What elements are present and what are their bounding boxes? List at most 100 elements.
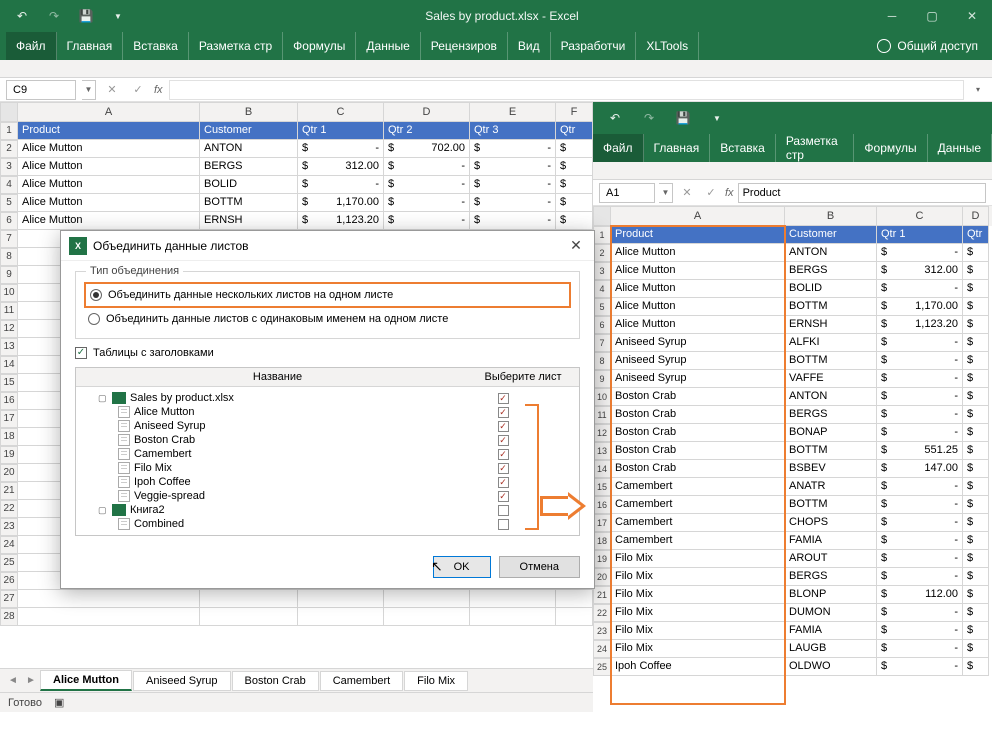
cell[interactable]: $- bbox=[384, 212, 470, 230]
cell[interactable]: $- bbox=[877, 550, 963, 568]
row-header[interactable]: 18 bbox=[593, 532, 611, 550]
cell[interactable]: BOLID bbox=[785, 280, 877, 298]
cell[interactable]: BLONP bbox=[785, 586, 877, 604]
cell[interactable]: $- bbox=[384, 194, 470, 212]
row-header[interactable]: 9 bbox=[593, 370, 611, 388]
cell[interactable]: BERGS bbox=[785, 568, 877, 586]
cell[interactable]: $- bbox=[298, 176, 384, 194]
cell[interactable]: $312.00 bbox=[877, 262, 963, 280]
cell[interactable]: ERNSH bbox=[200, 212, 298, 230]
cell[interactable]: FAMIA bbox=[785, 532, 877, 550]
cell[interactable]: Customer bbox=[785, 226, 877, 244]
tree-checkbox[interactable] bbox=[498, 449, 509, 460]
ribbon-tab-file[interactable]: Файл bbox=[6, 32, 57, 60]
cell[interactable] bbox=[18, 608, 200, 626]
ribbon-tab-formulas[interactable]: Формулы bbox=[283, 32, 356, 60]
workbook-name[interactable]: Sales by product.xlsx bbox=[130, 392, 234, 404]
cell[interactable]: Filo Mix bbox=[611, 568, 785, 586]
row-header[interactable]: 11 bbox=[593, 406, 611, 424]
col-header[interactable]: D bbox=[384, 102, 470, 122]
cell[interactable]: Aniseed Syrup bbox=[611, 370, 785, 388]
row-header[interactable]: 3 bbox=[593, 262, 611, 280]
cell[interactable]: BERGS bbox=[200, 158, 298, 176]
cell[interactable]: $ bbox=[963, 658, 989, 676]
row-header[interactable]: 1 bbox=[0, 122, 18, 140]
cell[interactable]: $ bbox=[963, 622, 989, 640]
sheet-tab[interactable]: Aniseed Syrup bbox=[133, 671, 231, 691]
cell[interactable]: $- bbox=[470, 212, 556, 230]
tree-sheet-item[interactable]: Alice Mutton bbox=[82, 405, 573, 419]
row-header[interactable]: 14 bbox=[0, 356, 18, 374]
cell[interactable]: $ bbox=[963, 352, 989, 370]
ribbon-tab-home[interactable]: Главная bbox=[644, 134, 711, 162]
row-header[interactable]: 10 bbox=[593, 388, 611, 406]
row-header[interactable]: 10 bbox=[0, 284, 18, 302]
cell[interactable]: BOTTM bbox=[785, 442, 877, 460]
ribbon-tab-layout[interactable]: Разметка стр bbox=[189, 32, 283, 60]
cell[interactable]: FAMIA bbox=[785, 622, 877, 640]
cell[interactable]: Filo Mix bbox=[611, 550, 785, 568]
cell[interactable]: Alice Mutton bbox=[611, 316, 785, 334]
cell[interactable]: ERNSH bbox=[785, 316, 877, 334]
cell[interactable]: Alice Mutton bbox=[18, 194, 200, 212]
cell[interactable]: ANTON bbox=[785, 388, 877, 406]
row-header[interactable]: 21 bbox=[0, 482, 18, 500]
name-box[interactable]: C9 bbox=[6, 80, 76, 100]
cell[interactable]: Qtr 1 bbox=[877, 226, 963, 244]
cell[interactable]: Camembert bbox=[611, 478, 785, 496]
cell[interactable] bbox=[298, 608, 384, 626]
cell[interactable]: $ bbox=[556, 158, 593, 176]
collapse-icon[interactable]: ▢ bbox=[98, 393, 108, 404]
cell[interactable]: Qtr bbox=[963, 226, 989, 244]
cell[interactable]: $ bbox=[556, 140, 593, 158]
row-header[interactable]: 8 bbox=[593, 352, 611, 370]
tree-checkbox[interactable] bbox=[498, 519, 509, 530]
tree-checkbox[interactable] bbox=[498, 435, 509, 446]
row-header[interactable]: 7 bbox=[0, 230, 18, 248]
tree-sheet-item[interactable]: Veggie-spread bbox=[82, 489, 573, 503]
fx-icon[interactable]: fx bbox=[154, 84, 163, 96]
cell[interactable]: OLDWO bbox=[785, 658, 877, 676]
ribbon-tab-file[interactable]: Файл bbox=[593, 134, 644, 162]
tree-checkbox[interactable] bbox=[498, 463, 509, 474]
undo-icon[interactable]: ↶ bbox=[601, 104, 629, 132]
cell[interactable] bbox=[556, 608, 593, 626]
cell[interactable]: Aniseed Syrup bbox=[611, 334, 785, 352]
row-header[interactable]: 18 bbox=[0, 428, 18, 446]
row-header[interactable]: 17 bbox=[593, 514, 611, 532]
cell[interactable]: $1,123.20 bbox=[298, 212, 384, 230]
sheet-tab[interactable]: Alice Mutton bbox=[40, 670, 132, 691]
ribbon-tab-layout[interactable]: Разметка стр bbox=[776, 134, 855, 162]
row-header[interactable]: 28 bbox=[0, 608, 18, 626]
cell[interactable]: BOTTM bbox=[200, 194, 298, 212]
ribbon-tab-xltools[interactable]: XLTools bbox=[636, 32, 699, 60]
cell[interactable]: LAUGB bbox=[785, 640, 877, 658]
cell[interactable]: $- bbox=[384, 176, 470, 194]
row-header[interactable]: 24 bbox=[593, 640, 611, 658]
cell[interactable]: $- bbox=[877, 568, 963, 586]
row-header[interactable]: 19 bbox=[0, 446, 18, 464]
ok-button[interactable]: OK bbox=[433, 556, 491, 578]
cell[interactable]: $- bbox=[877, 244, 963, 262]
row-header[interactable]: 8 bbox=[0, 248, 18, 266]
cell[interactable]: Qtr 3 bbox=[470, 122, 556, 140]
cell[interactable]: Filo Mix bbox=[611, 622, 785, 640]
cell[interactable]: BOTTM bbox=[785, 352, 877, 370]
cell[interactable]: $- bbox=[877, 424, 963, 442]
tab-nav-prev-icon[interactable]: ◄ bbox=[4, 675, 22, 686]
row-header[interactable]: 23 bbox=[593, 622, 611, 640]
ribbon-tab-data[interactable]: Данные bbox=[356, 32, 420, 60]
row-header[interactable]: 17 bbox=[0, 410, 18, 428]
tree-sheet-item[interactable]: Combined bbox=[82, 517, 573, 531]
cancel-formula-icon[interactable]: ✕ bbox=[102, 83, 122, 96]
dialog-close-icon[interactable]: ✕ bbox=[566, 237, 586, 254]
cell[interactable]: $- bbox=[298, 140, 384, 158]
row-header[interactable]: 22 bbox=[593, 604, 611, 622]
cancel-formula-icon[interactable]: ✕ bbox=[677, 186, 697, 199]
qat-more-icon[interactable]: ▼ bbox=[703, 104, 731, 132]
cell[interactable]: $- bbox=[470, 158, 556, 176]
undo-icon[interactable]: ↶ bbox=[8, 2, 36, 30]
row-header[interactable]: 5 bbox=[593, 298, 611, 316]
cell[interactable]: $ bbox=[963, 244, 989, 262]
cell[interactable]: BSBEV bbox=[785, 460, 877, 478]
